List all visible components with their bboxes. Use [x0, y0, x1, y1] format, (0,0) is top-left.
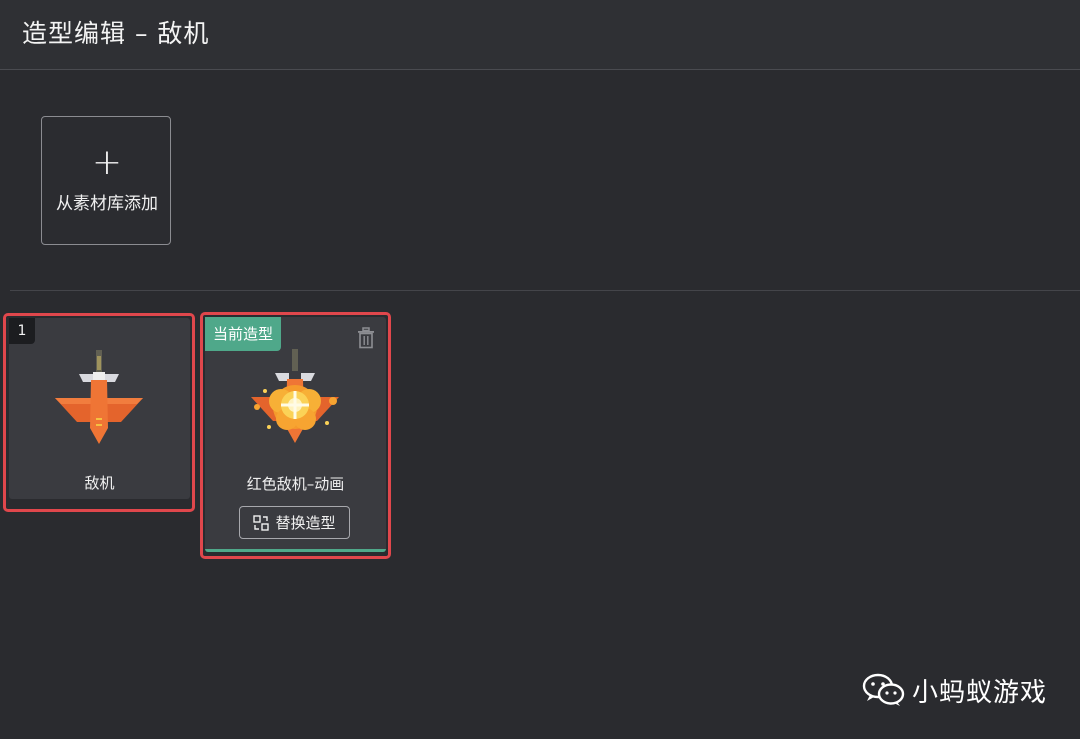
- divider: [10, 290, 1080, 291]
- costume-index-badge: 1: [9, 318, 35, 344]
- costume-name: 敌机: [84, 474, 115, 492]
- swap-icon: [253, 514, 270, 531]
- costume-name: 红色敌机–动画: [246, 475, 345, 493]
- wechat-icon: [862, 673, 905, 706]
- header: 造型编辑 – 敌机: [0, 0, 1080, 70]
- enemy-plane-sprite: [55, 350, 143, 444]
- add-from-library-label: 从素材库添加: [56, 194, 158, 214]
- watermark: 小蚂蚁游戏: [862, 670, 1047, 710]
- enemy-plane-explosion-sprite: [251, 349, 339, 443]
- add-from-library-button[interactable]: + 从素材库添加: [41, 116, 171, 245]
- replace-costume-button[interactable]: 替换造型: [239, 506, 350, 539]
- replace-costume-label: 替换造型: [275, 514, 336, 532]
- watermark-text: 小蚂蚁游戏: [912, 677, 1048, 708]
- plus-icon: +: [91, 142, 123, 183]
- page-title: 造型编辑 – 敌机: [22, 19, 210, 48]
- costume-card-2[interactable]: 当前造型 红色敌机–动画 替换造型: [205, 317, 386, 552]
- trash-icon[interactable]: [356, 327, 376, 349]
- costume-card-1[interactable]: 1 敌机: [9, 318, 190, 499]
